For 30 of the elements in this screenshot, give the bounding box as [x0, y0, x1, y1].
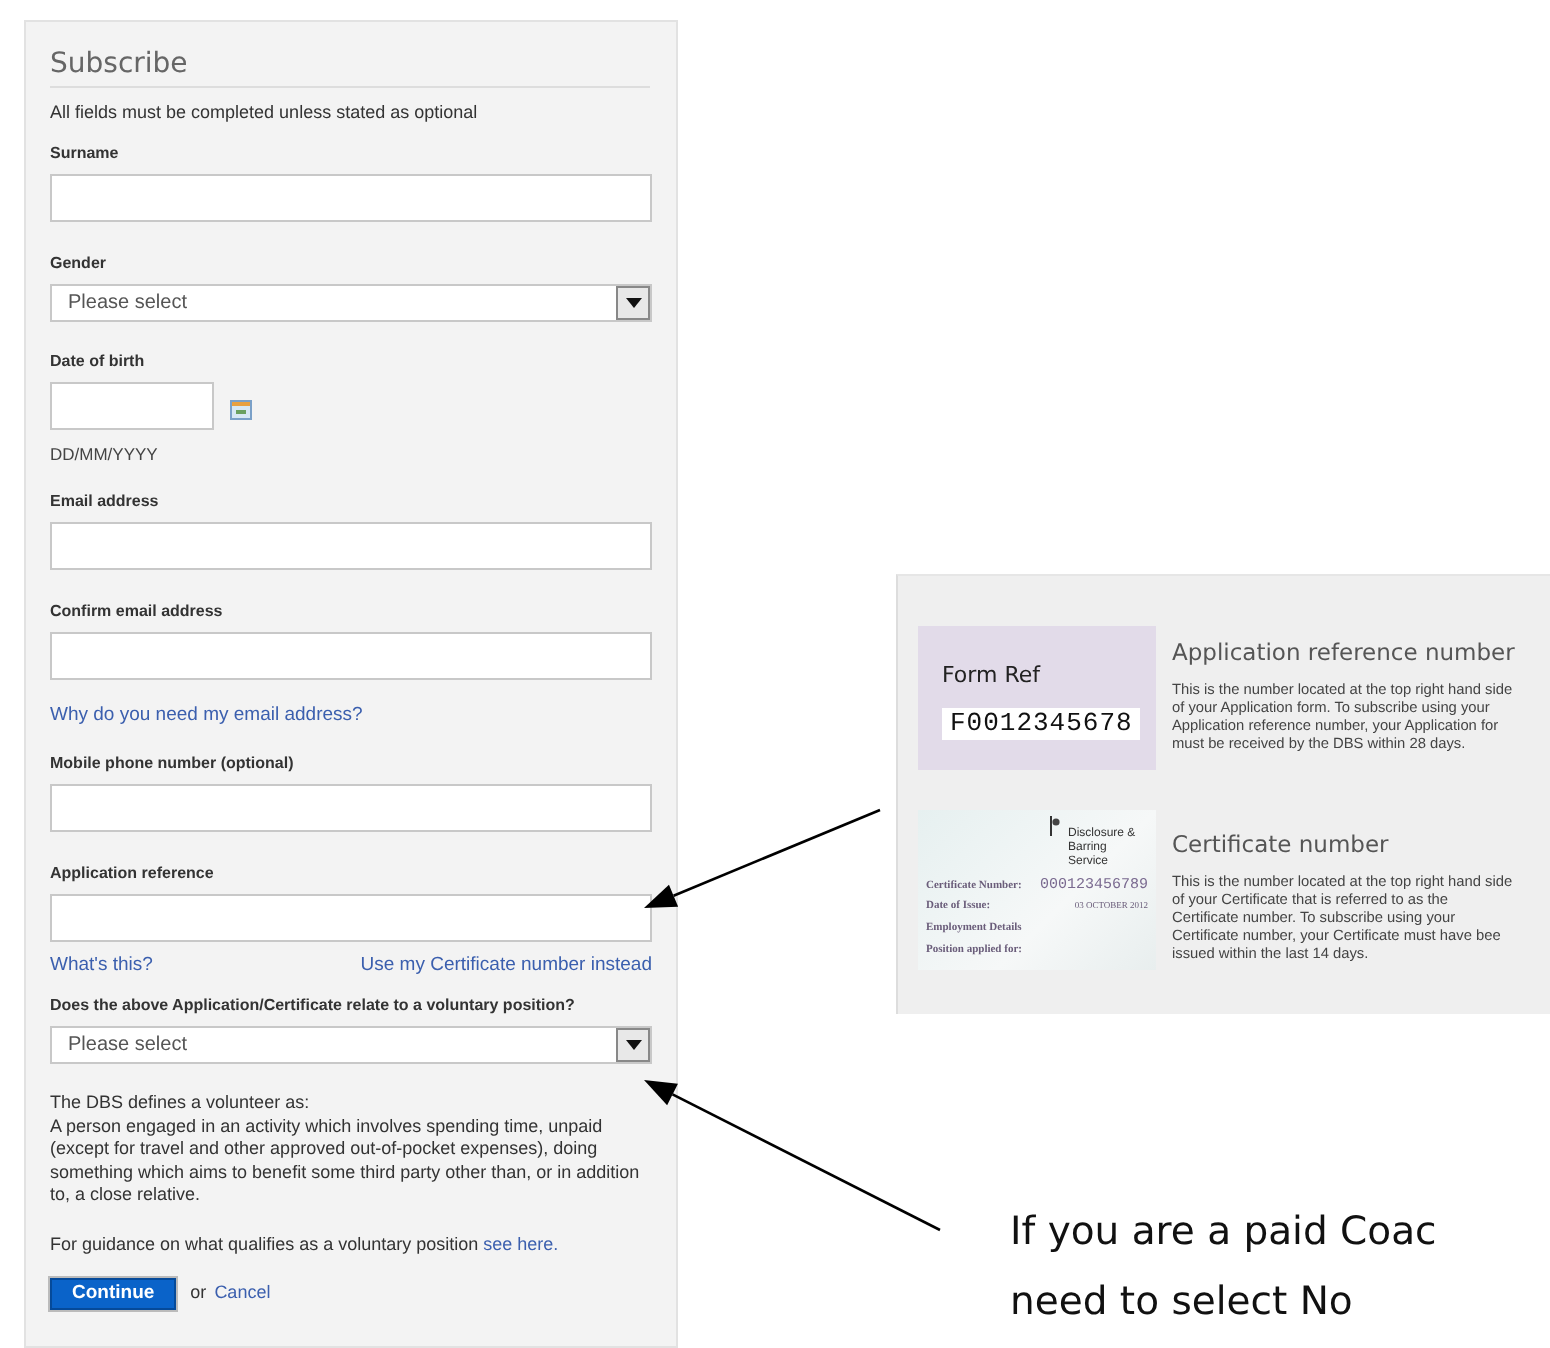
select-value: Please select	[68, 290, 187, 318]
help-title: Certificate number	[1172, 830, 1391, 860]
help-link[interactable]: Why do you need my email address?	[50, 704, 363, 726]
select-value: Please select	[68, 1032, 187, 1060]
form-title: Subscribe	[50, 46, 650, 88]
annotation-text: If you are a paid Coac need to select No	[1010, 1206, 1437, 1328]
volunteer-definition: A person engaged in an activity which involves spending time, unpaid (except for travel and other approved out-of-pocket expenses), doing something which aims to benefit some third party other than, or in addition to, a close relative.	[50, 1115, 642, 1207]
help-link[interactable]: What's this?	[50, 952, 153, 978]
field-label: Date of birth	[50, 350, 147, 374]
field-label: Surname	[50, 142, 121, 166]
continue-button[interactable]: Continue	[50, 1277, 177, 1309]
switch-link[interactable]: Use my Certificate number instead	[360, 952, 652, 978]
field-label: Does the above Application/Certificate relate to a voluntary position?	[50, 994, 577, 1018]
field-label: Email address	[50, 490, 161, 514]
guidance-text: For guidance on what qualifies as a voluntary position see here.	[50, 1231, 561, 1257]
intro-text: All fields must be completed unless stated as optional	[50, 100, 480, 124]
field-label: Confirm email address	[50, 600, 225, 624]
or-text: or	[190, 1281, 207, 1305]
field-label: Application reference	[50, 862, 216, 886]
form-ref-label: Form Ref	[942, 662, 1040, 690]
cancel-link[interactable]: Cancel	[214, 1280, 271, 1306]
select-field[interactable]: Please select	[50, 1026, 652, 1064]
date-format-hint: DD/MM/YYYY	[50, 442, 160, 466]
help-title: Application reference number	[1172, 638, 1515, 668]
see-here-link[interactable]: see here.	[483, 1233, 559, 1253]
note-heading: The DBS defines a volunteer as:	[50, 1092, 312, 1115]
select-field[interactable]: Please select	[50, 284, 652, 322]
field-label: Gender	[50, 252, 109, 276]
field-label: Mobile phone number (optional)	[50, 752, 296, 776]
form-ref-number: F0012345678	[942, 708, 1141, 740]
